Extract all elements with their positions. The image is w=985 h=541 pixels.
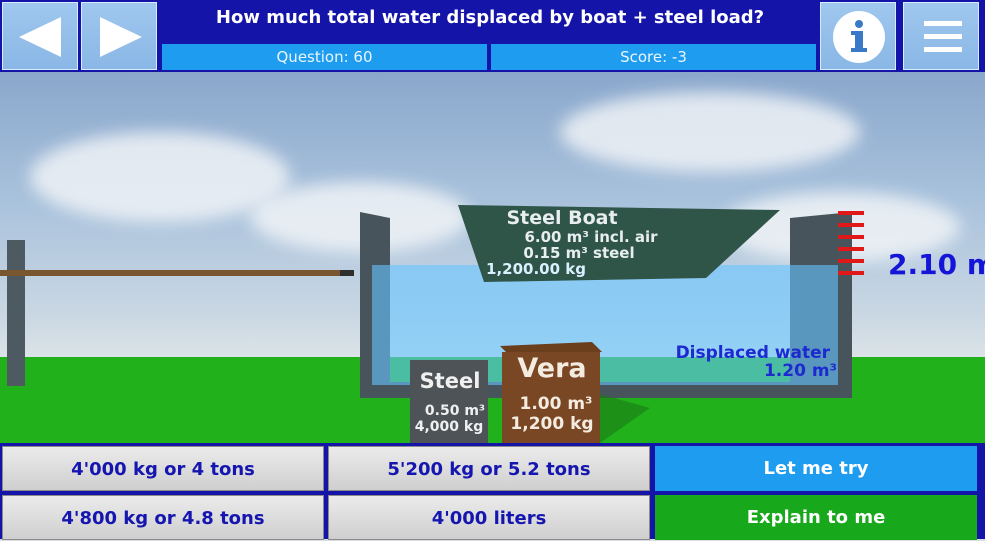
wood-block-mass: 1,200 kg [510,414,593,434]
forward-button[interactable] [81,2,157,70]
question-text: How much total water displaced by boat +… [215,7,765,28]
right-triangle-icon [100,17,142,57]
info-button[interactable] [820,2,896,70]
steel-block-volume: 0.50 m³ [425,403,485,419]
steel-block-title: Steel [420,369,481,393]
hamburger-menu-icon [924,21,962,52]
displaced-water-value: 1.20 m³ [764,361,837,381]
left-triangle-icon [19,17,61,57]
answer-option-3[interactable]: 4'800 kg or 4.8 tons [2,495,324,540]
question-number: Question: 60 [162,44,487,70]
boat-title: Steel Boat [506,207,617,229]
simulation-scene: Steel Boat 6.00 m³ incl. air 0.15 m³ ste… [0,72,985,443]
fence-post [7,240,25,386]
answer-option-2[interactable]: 5'200 kg or 5.2 tons [328,446,650,491]
answer-panel: 4'000 kg or 4 tons 5'200 kg or 5.2 tons … [0,443,985,540]
answer-option-4[interactable]: 4'000 liters [328,495,650,540]
score-display: Score: -3 [491,44,816,70]
top-bar: How much total water displaced by boat +… [0,0,985,72]
let-me-try-button[interactable]: Let me try [655,446,977,491]
displaced-water-label: Displaced water [676,343,831,363]
back-button[interactable] [2,2,78,70]
scene-drawing: Steel Boat 6.00 m³ incl. air 0.15 m³ ste… [0,205,985,443]
boat-mass: 1,200.00 kg [486,260,586,278]
steel-block-mass: 4,000 kg [415,419,484,435]
answer-option-1[interactable]: 4'000 kg or 4 tons [2,446,324,491]
water-level-label: 2.10 m [888,248,985,281]
info-icon [833,11,885,63]
explain-button[interactable]: Explain to me [655,495,977,540]
menu-button[interactable] [903,2,979,70]
wooden-rail [0,270,353,276]
wood-block-volume: 1.00 m³ [519,394,592,414]
wood-block-title: Vera [517,353,586,384]
